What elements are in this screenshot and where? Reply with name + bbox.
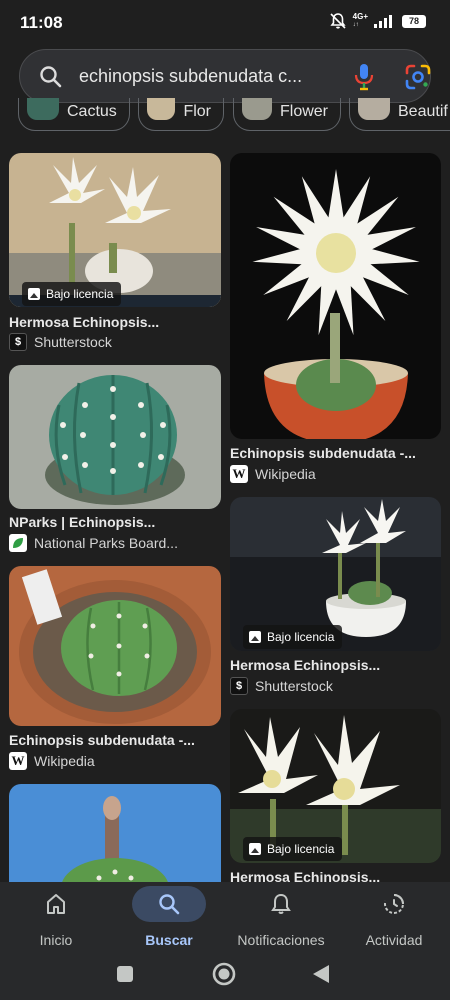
battery-indicator: 78 <box>402 14 426 28</box>
result-card[interactable]: NParks | Echinopsis... National Parks Bo… <box>9 365 221 555</box>
bottom-navigation: Inicio Buscar Notificaciones Actividad <box>0 882 450 960</box>
chip-thumbnail <box>147 98 176 120</box>
result-title[interactable]: NParks | Echinopsis... <box>9 514 155 530</box>
shutterstock-icon: $ <box>9 333 27 351</box>
result-source[interactable]: W Wikipedia <box>9 752 95 770</box>
wikipedia-icon: W <box>230 465 248 483</box>
nav-actividad[interactable]: Actividad <box>356 882 432 960</box>
nav-label: Buscar <box>145 932 193 948</box>
google-lens-icon[interactable] <box>405 64 431 90</box>
chip-label: Cactus <box>67 103 117 120</box>
nav-label: Actividad <box>365 932 423 948</box>
home-icon <box>47 894 65 914</box>
chip-label: Beautif <box>398 103 448 120</box>
result-card[interactable]: Bajo licencia Hermosa Echinopsis... <box>230 709 441 882</box>
result-title[interactable]: Hermosa Echinopsis... <box>230 869 380 882</box>
back-button[interactable] <box>311 963 331 985</box>
result-title[interactable]: Hermosa Echinopsis... <box>9 314 159 330</box>
image-icon <box>28 288 40 300</box>
result-source[interactable]: $ Shutterstock <box>9 333 112 351</box>
result-source[interactable]: $ Shutterstock <box>230 677 333 695</box>
image-icon <box>249 631 261 643</box>
chip-label: Flor <box>183 103 211 120</box>
result-source-label: National Parks Board... <box>34 535 178 551</box>
signal-icon <box>374 15 392 28</box>
result-source-label: Shutterstock <box>255 678 333 694</box>
search-icon[interactable] <box>38 64 64 90</box>
result-card[interactable]: Bajo licencia Hermosa Echinopsis... $ Sh… <box>230 497 441 697</box>
result-title[interactable]: Echinopsis subdenudata -... <box>230 445 416 461</box>
result-card[interactable] <box>9 784 221 882</box>
license-badge-label: Bajo licencia <box>267 630 335 644</box>
result-image[interactable] <box>9 566 221 726</box>
chip-flower[interactable]: Flower <box>233 98 341 131</box>
nav-icon-container <box>244 886 318 922</box>
result-card[interactable]: Echinopsis subdenudata -... W Wikipedia <box>230 153 441 483</box>
shutterstock-icon: $ <box>230 677 248 695</box>
result-card[interactable]: Bajo licencia Hermosa Echinopsis... $ Sh… <box>9 153 221 353</box>
status-bar: 11:08 4G+ ↓↑ 78 <box>0 0 450 44</box>
result-card[interactable]: Echinopsis subdenudata -... W Wikipedia <box>9 566 221 771</box>
microphone-icon[interactable] <box>353 63 375 91</box>
network-type: 4G+ <box>352 12 368 21</box>
nav-icon-container <box>19 886 93 922</box>
nav-icon-container <box>132 886 206 922</box>
result-title[interactable]: Echinopsis subdenudata -... <box>9 732 195 748</box>
system-navigation-bar <box>0 960 450 1000</box>
bell-icon <box>271 893 291 914</box>
bell-muted-icon <box>330 13 346 29</box>
result-image[interactable]: Bajo licencia <box>9 153 221 307</box>
image-icon <box>249 843 261 855</box>
license-badge: Bajo licencia <box>243 837 343 861</box>
search-bar[interactable]: echinopsis subdenudata c... <box>19 49 431 103</box>
nav-icon-container <box>357 886 431 922</box>
chip-thumbnail <box>358 98 390 120</box>
nparks-icon <box>9 534 27 552</box>
license-badge-label: Bajo licencia <box>267 842 335 856</box>
license-badge: Bajo licencia <box>243 625 343 649</box>
result-source-label: Wikipedia <box>34 753 95 769</box>
filter-chips: Cactus Flor Flower Beautif <box>0 98 450 132</box>
wikipedia-icon: W <box>9 752 27 770</box>
image-results-grid: Bajo licencia Hermosa Echinopsis... $ Sh… <box>0 132 450 882</box>
result-image[interactable] <box>9 784 221 882</box>
license-badge: Bajo licencia <box>22 282 122 306</box>
nav-notificaciones[interactable]: Notificaciones <box>230 882 332 960</box>
result-image[interactable] <box>230 153 441 439</box>
search-icon <box>159 894 180 915</box>
network-indicator: 4G+ ↓↑ <box>352 12 368 29</box>
result-image[interactable]: Bajo licencia <box>230 709 441 863</box>
search-input[interactable]: echinopsis subdenudata c... <box>79 66 329 87</box>
result-source[interactable]: W Wikipedia <box>230 465 316 483</box>
nav-inicio[interactable]: Inicio <box>18 882 94 960</box>
result-image[interactable] <box>9 365 221 509</box>
nav-label: Inicio <box>39 932 73 948</box>
chip-thumbnail <box>27 98 59 120</box>
chip-flor[interactable]: Flor <box>138 98 224 131</box>
result-title[interactable]: Hermosa Echinopsis... <box>230 657 380 673</box>
chip-thumbnail <box>242 98 272 120</box>
result-image[interactable]: Bajo licencia <box>230 497 441 651</box>
nav-label: Notificaciones <box>237 932 325 948</box>
nav-buscar[interactable]: Buscar <box>131 882 207 960</box>
chip-label: Flower <box>279 103 328 120</box>
recent-apps-button[interactable] <box>116 965 134 983</box>
status-time: 11:08 <box>20 13 63 32</box>
chip-beautif[interactable]: Beautif <box>349 98 450 131</box>
home-button[interactable] <box>211 961 237 987</box>
result-source-label: Shutterstock <box>34 334 112 350</box>
activity-icon <box>384 894 404 914</box>
result-source-label: Wikipedia <box>255 466 316 482</box>
result-source[interactable]: National Parks Board... <box>9 534 178 552</box>
status-icons: 4G+ ↓↑ 78 <box>329 12 426 30</box>
chip-cactus[interactable]: Cactus <box>18 98 130 131</box>
license-badge-label: Bajo licencia <box>46 287 114 301</box>
